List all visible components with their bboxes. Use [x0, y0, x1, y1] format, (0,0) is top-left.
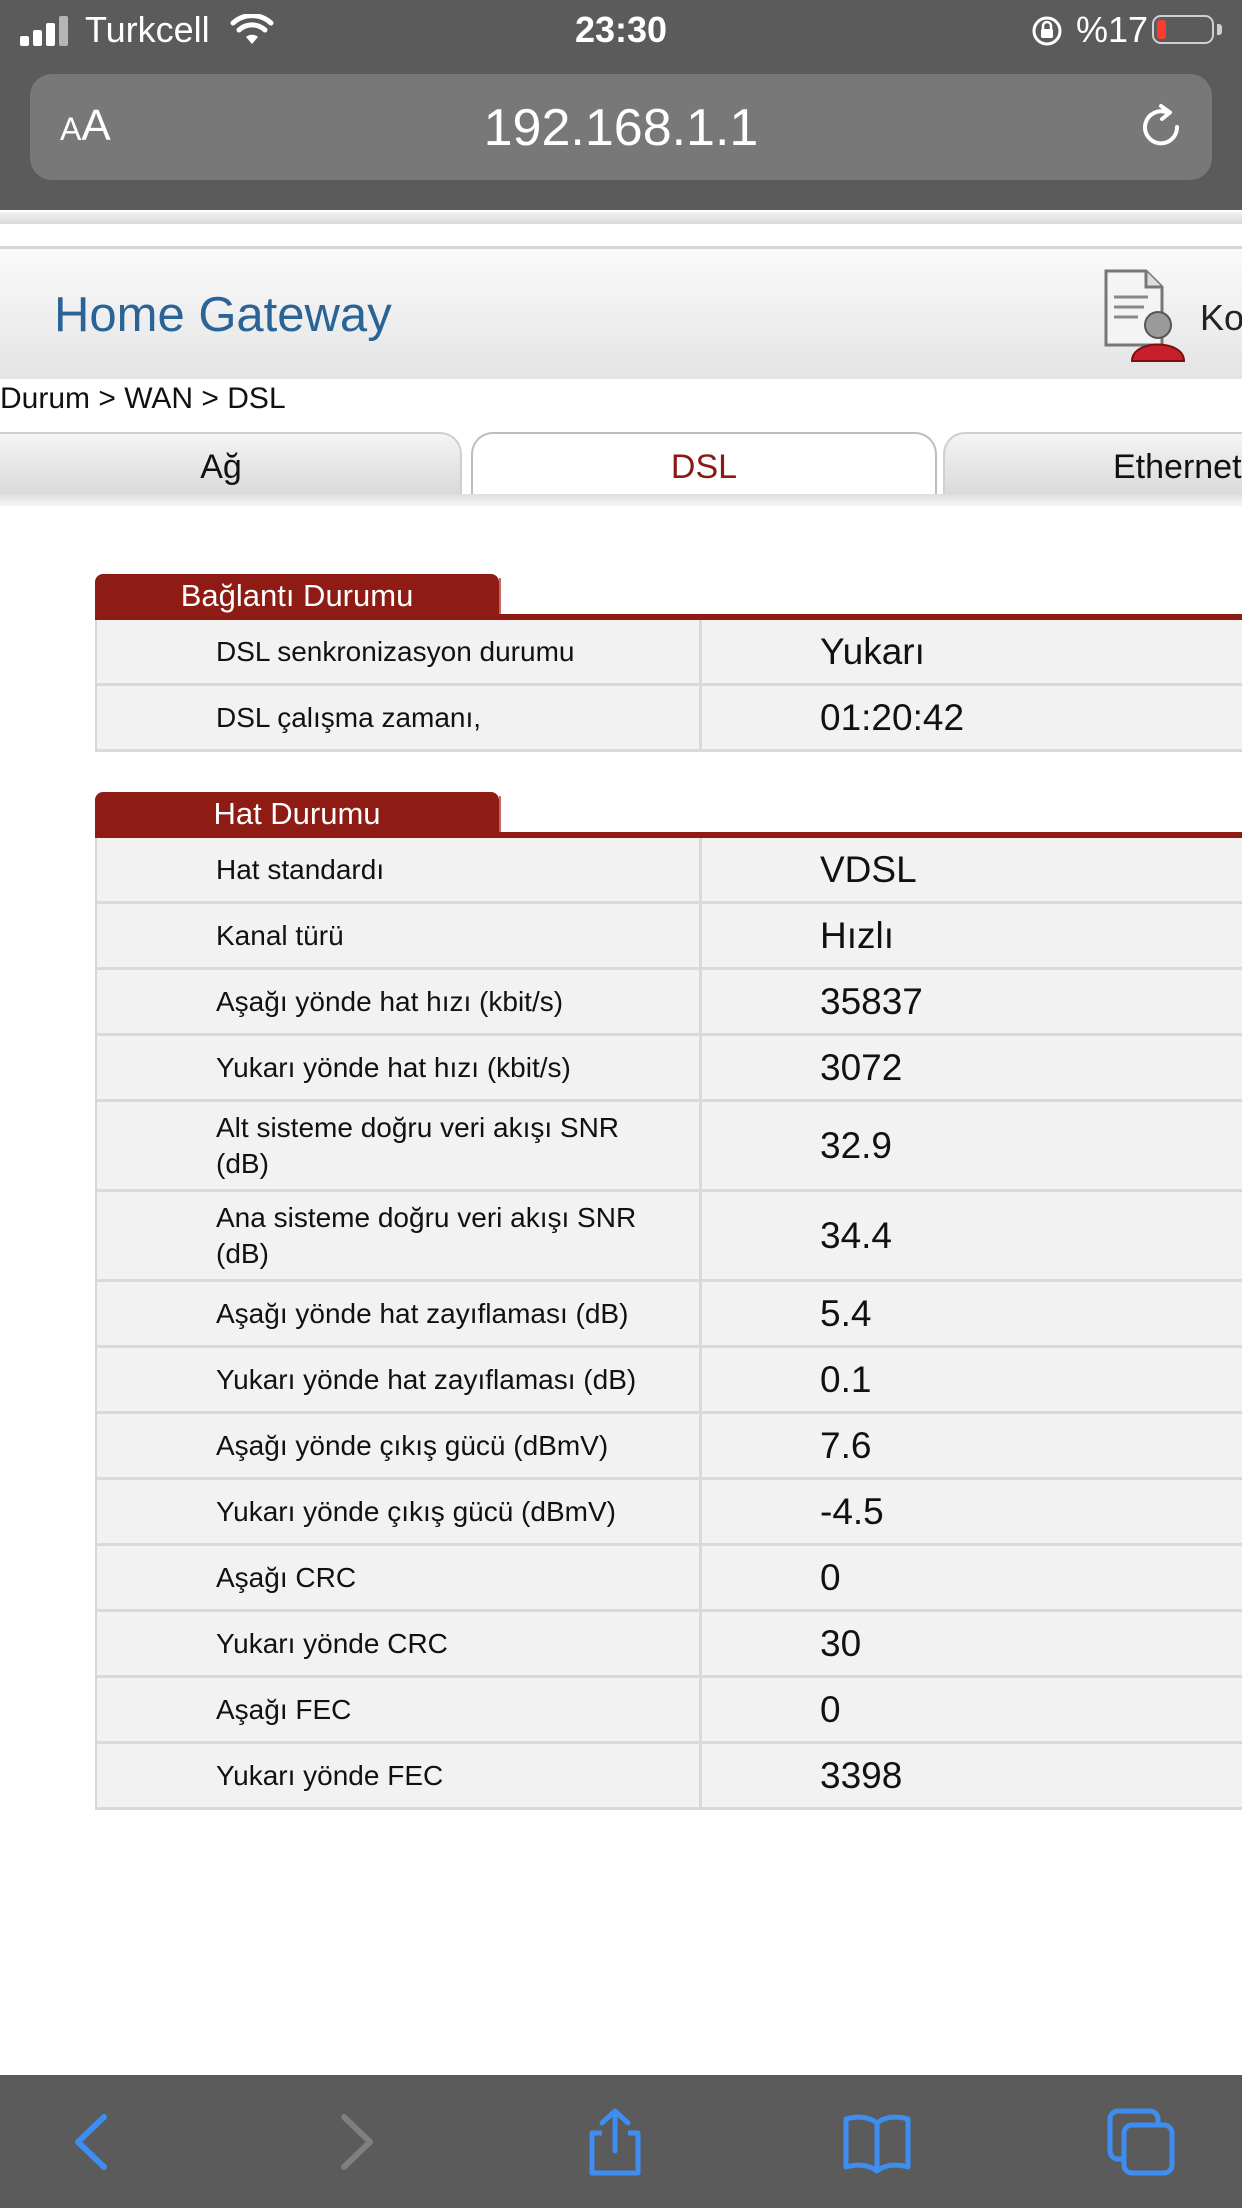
tabs-icon[interactable]: [1106, 2107, 1176, 2177]
row-label: Alt sisteme doğru veri akışı SNR (dB): [97, 1102, 702, 1189]
forward-icon[interactable]: [318, 2107, 388, 2177]
row-label: Yukarı yönde hat zayıflaması (dB): [97, 1348, 702, 1411]
url-text[interactable]: 192.168.1.1: [30, 98, 1212, 158]
row-value: 32.9: [820, 1124, 893, 1166]
table-row: Aşağı yönde hat zayıflaması (dB) 5.4: [97, 1282, 1242, 1348]
back-icon[interactable]: [60, 2107, 130, 2177]
battery-percent: %17: [1076, 9, 1149, 50]
page-top-rule: [0, 212, 1242, 224]
row-label: Aşağı CRC: [97, 1546, 702, 1609]
row-value: 0: [820, 1556, 841, 1598]
status-bar: Turkcell 23:30 %17: [0, 0, 1242, 62]
table-row: Aşağı yönde çıkış gücü (dBmV) 7.6: [97, 1414, 1242, 1480]
row-value: Hızlı: [820, 914, 894, 956]
page-title: Home Gateway: [54, 288, 392, 342]
reload-icon[interactable]: [1134, 100, 1188, 154]
row-value: 35837: [820, 980, 923, 1022]
table-row: Aşağı CRC 0: [97, 1546, 1242, 1612]
user-menu-label[interactable]: Ko: [1200, 297, 1242, 339]
table-row: Yukarı yönde CRC 30: [97, 1612, 1242, 1678]
table-row: DSL senkronizasyon durumu Yukarı: [97, 620, 1242, 686]
share-icon[interactable]: [580, 2107, 650, 2177]
row-value: 3398: [820, 1754, 903, 1796]
row-label: Yukarı yönde çıkış gücü (dBmV): [97, 1480, 702, 1543]
bookmarks-icon[interactable]: [842, 2107, 912, 2177]
row-label: Kanal türü: [97, 904, 702, 967]
section-header-line: Hat Durumu: [95, 792, 501, 834]
table-row: Aşağı FEC 0: [97, 1678, 1242, 1744]
row-value: 34.4: [820, 1214, 893, 1256]
battery-cap: [1217, 24, 1222, 35]
row-label: Yukarı yönde FEC: [97, 1744, 702, 1807]
table-row: Alt sisteme doğru veri akışı SNR (dB) 32.…: [97, 1102, 1242, 1192]
connection-status-table: DSL senkronizasyon durumu Yukarı DSL çal…: [95, 620, 1242, 752]
table-row: Yukarı yönde hat hızı (kbit/s) 3072: [97, 1036, 1242, 1102]
row-label: Hat standardı: [97, 838, 702, 901]
line-status-table: Hat standardı VDSL Kanal türü Hızlı Aşağı …: [95, 838, 1242, 1810]
row-label: DSL çalışma zamanı,: [97, 686, 702, 749]
row-value: 0: [820, 1688, 841, 1730]
tab-dsl[interactable]: DSL: [471, 432, 937, 494]
browser-chrome-top: Turkcell 23:30 %17 AA 192.168.1.1: [0, 0, 1242, 210]
row-label: Aşağı yönde hat hızı (kbit/s): [97, 970, 702, 1033]
table-row: Hat standardı VDSL: [97, 838, 1242, 904]
rotation-lock-icon: [1032, 16, 1062, 46]
breadcrumb: Durum > WAN > DSL: [0, 382, 286, 415]
row-value: 3072: [820, 1046, 903, 1088]
row-value: VDSL: [820, 848, 917, 890]
table-row: DSL çalışma zamanı, 01:20:42: [97, 686, 1242, 752]
page-header: Home Gateway Ko: [0, 246, 1242, 379]
browser-toolbar: [0, 2075, 1242, 2208]
row-value: Yukarı: [820, 630, 925, 672]
row-label: Ana sisteme doğru veri akışı SNR (dB): [97, 1192, 702, 1279]
row-value: 5.4: [820, 1292, 872, 1334]
tabs-underline: [0, 494, 1242, 506]
tab-ag[interactable]: Ağ: [0, 432, 462, 494]
table-row: Yukarı yönde çıkış gücü (dBmV) -4.5: [97, 1480, 1242, 1546]
table-row: Ana sisteme doğru veri akışı SNR (dB) 34.…: [97, 1192, 1242, 1282]
table-row: Yukarı yönde hat zayıflaması (dB) 0.1: [97, 1348, 1242, 1414]
row-label: Aşağı yönde hat zayıflaması (dB): [97, 1282, 702, 1345]
tab-ethernet[interactable]: Ethernet: [943, 432, 1242, 494]
row-value: -4.5: [820, 1490, 884, 1532]
row-label: Aşağı yönde çıkış gücü (dBmV): [97, 1414, 702, 1477]
table-row: Kanal türü Hızlı: [97, 904, 1242, 970]
row-value: 7.6: [820, 1424, 872, 1466]
row-label: Yukarı yönde CRC: [97, 1612, 702, 1675]
table-row: Aşağı yönde hat hızı (kbit/s) 35837: [97, 970, 1242, 1036]
row-label: DSL senkronizasyon durumu: [97, 620, 702, 683]
address-bar[interactable]: AA 192.168.1.1: [30, 74, 1212, 180]
battery-icon: [1152, 15, 1214, 44]
row-value: 01:20:42: [820, 696, 965, 738]
section-header-connection: Bağlantı Durumu: [95, 574, 501, 616]
table-row: Yukarı yönde FEC 3398: [97, 1744, 1242, 1810]
row-value: 30: [820, 1622, 862, 1664]
row-label: Aşağı FEC: [97, 1678, 702, 1741]
row-label: Yukarı yönde hat hızı (kbit/s): [97, 1036, 702, 1099]
user-account-icon[interactable]: [1100, 267, 1186, 363]
row-value: 0.1: [820, 1358, 872, 1400]
